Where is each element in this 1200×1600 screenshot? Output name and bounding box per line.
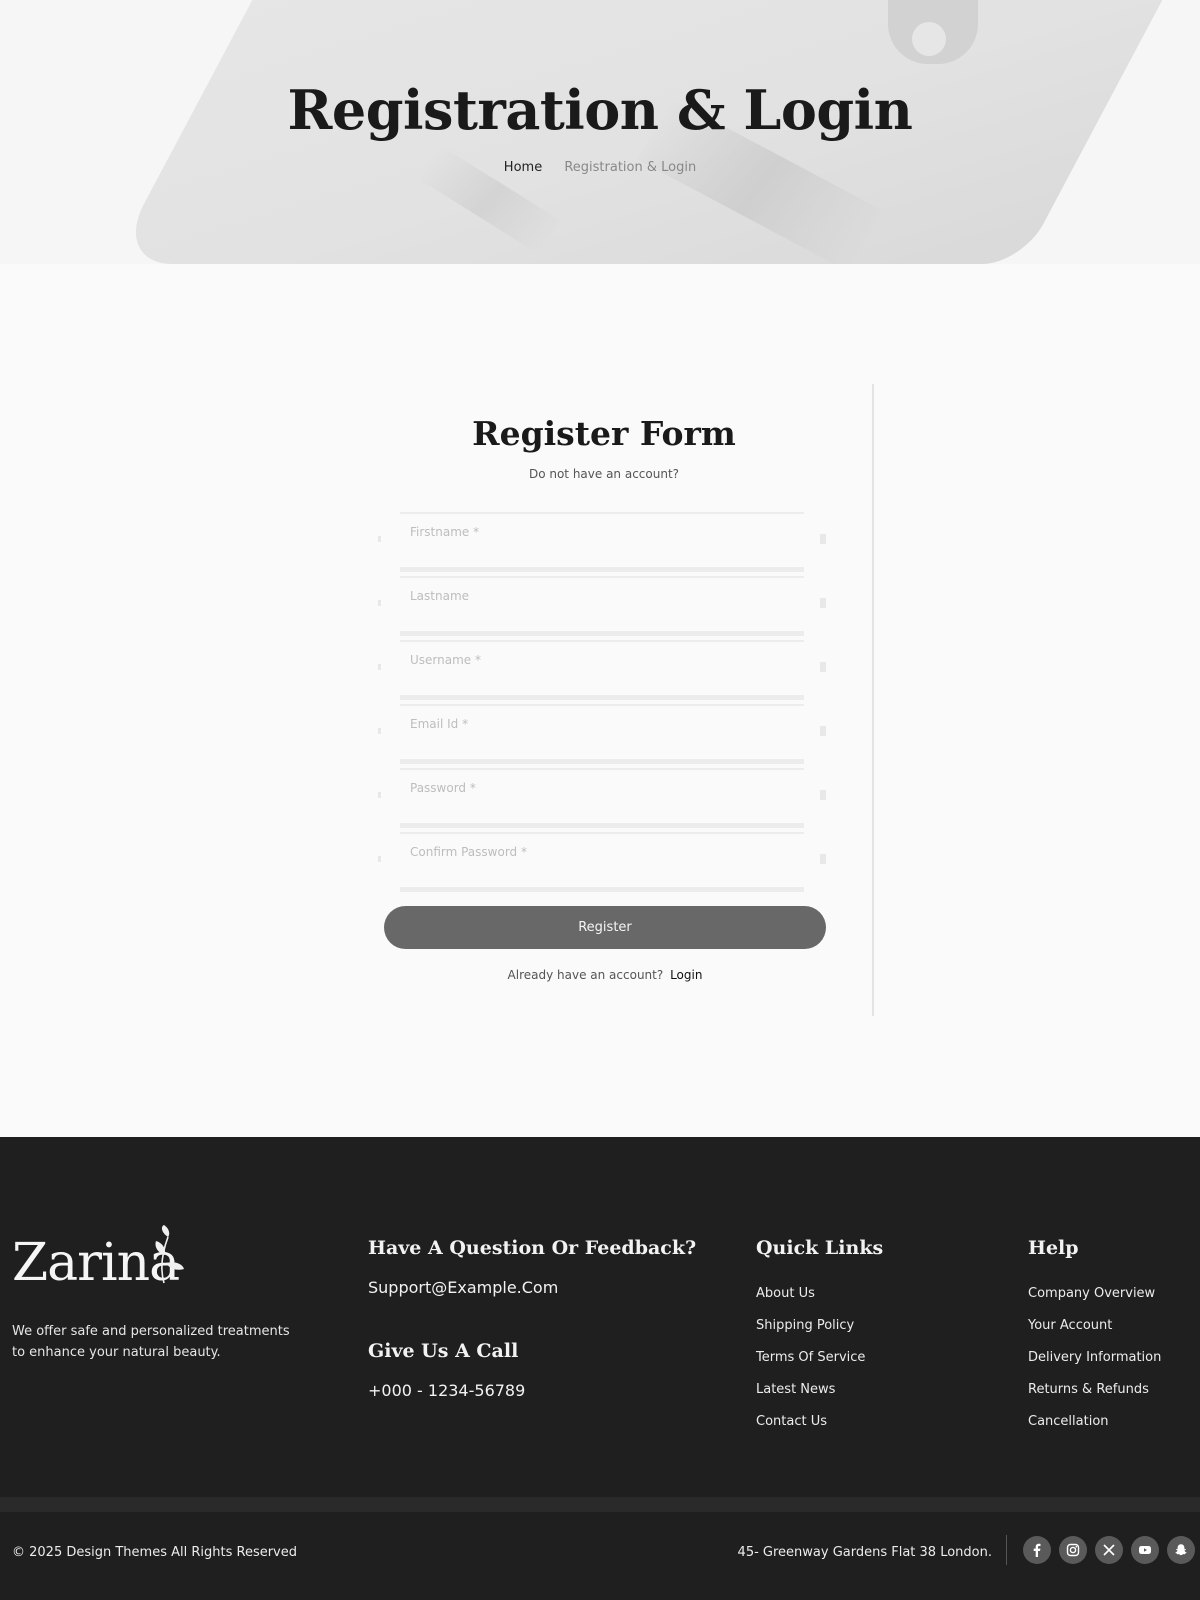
login-prompt: Already have an account? Login [384, 968, 826, 982]
hero-decor-ring [912, 22, 946, 56]
lastname-field [378, 576, 826, 636]
breadcrumb-home-link[interactable]: Home [504, 160, 542, 175]
help-link-cancellation[interactable]: Cancellation [1028, 1413, 1161, 1445]
password-input[interactable] [400, 770, 804, 823]
help-links-list: Company Overview Your Account Delivery I… [1028, 1285, 1161, 1445]
social-links [1023, 1536, 1195, 1564]
youtube-icon[interactable] [1131, 1536, 1159, 1564]
confirm-password-field [378, 832, 826, 892]
form-title: Register Form [472, 414, 736, 453]
help-title: Help [1028, 1237, 1079, 1259]
quick-link-about-us[interactable]: About Us [756, 1285, 865, 1317]
footer-vertical-divider [1006, 1535, 1007, 1565]
lastname-input[interactable] [400, 578, 804, 631]
register-button[interactable]: Register [384, 906, 826, 949]
phone-link[interactable]: +000 - 1234-56789 [368, 1381, 525, 1400]
breadcrumb: Home Registration & Login [0, 160, 1200, 175]
site-footer: Zarina We offer safe and personalized tr… [0, 1137, 1200, 1600]
quick-link-contact-us[interactable]: Contact Us [756, 1413, 865, 1445]
email-input[interactable] [400, 706, 804, 759]
footer-address: 45- Greenway Gardens Flat 38 London. [737, 1545, 992, 1560]
instagram-icon[interactable] [1059, 1536, 1087, 1564]
quick-link-latest-news[interactable]: Latest News [756, 1381, 865, 1413]
username-field [378, 640, 826, 700]
help-link-returns-refunds[interactable]: Returns & Refunds [1028, 1381, 1161, 1413]
call-title: Give Us A Call [368, 1340, 519, 1362]
leaf-icon [155, 1225, 184, 1284]
quick-links-title: Quick Links [756, 1237, 884, 1259]
quick-link-terms-of-service[interactable]: Terms Of Service [756, 1349, 865, 1381]
quick-links-list: About Us Shipping Policy Terms Of Servic… [756, 1285, 865, 1445]
copyright-text: © 2025 Design Themes All Rights Reserved [12, 1545, 298, 1560]
email-field [378, 704, 826, 764]
help-link-your-account[interactable]: Your Account [1028, 1317, 1161, 1349]
firstname-input[interactable] [400, 514, 804, 567]
page-hero: Registration & Login Home Registration &… [0, 0, 1200, 264]
footer-divider-band [0, 1497, 1200, 1512]
footer-description: We offer safe and personalized treatment… [12, 1324, 290, 1360]
login-prompt-text: Already have an account? [507, 968, 664, 982]
register-form: Register Form Do not have an account? Re… [378, 384, 874, 1016]
username-input[interactable] [400, 642, 804, 695]
snapchat-icon[interactable] [1167, 1536, 1195, 1564]
form-subtitle: Do not have an account? [528, 467, 680, 481]
page-title: Registration & Login [287, 78, 913, 142]
help-link-company-overview[interactable]: Company Overview [1028, 1285, 1161, 1317]
breadcrumb-current: Registration & Login [564, 160, 697, 175]
firstname-field [378, 512, 826, 572]
x-icon[interactable] [1095, 1536, 1123, 1564]
confirm-password-input[interactable] [400, 834, 804, 887]
question-title: Have A Question Or Feedback? [368, 1237, 697, 1259]
help-link-delivery-information[interactable]: Delivery Information [1028, 1349, 1161, 1381]
password-field [378, 768, 826, 828]
quick-link-shipping-policy[interactable]: Shipping Policy [756, 1317, 865, 1349]
login-link[interactable]: Login [670, 968, 702, 982]
facebook-icon[interactable] [1023, 1536, 1051, 1564]
support-email-link[interactable]: Support@Example.Com [368, 1278, 558, 1297]
